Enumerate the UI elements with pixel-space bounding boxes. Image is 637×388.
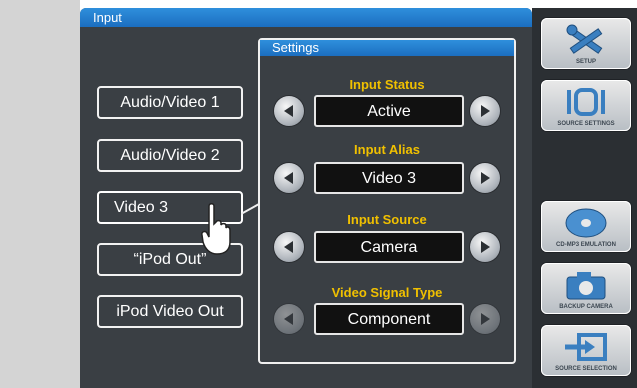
settings-panel: Settings Input Status Active Input Alias… [258, 38, 516, 364]
cd-mp3-emulation-button[interactable]: CD-MP3 EMULATION [541, 201, 631, 252]
source-settings-label: SOURCE SETTINGS [557, 121, 615, 127]
input-alias-label: Input Alias [354, 142, 420, 157]
source-settings-icon [567, 88, 605, 116]
input-alias-prev-button[interactable] [274, 163, 304, 193]
window-title: Input [80, 8, 532, 27]
input-status-value: Active [314, 95, 464, 127]
backup-camera-button[interactable]: BACKUP CAMERA [541, 263, 631, 314]
input-alias-next-button[interactable] [470, 163, 500, 193]
arrow-right-icon [481, 241, 490, 253]
source-button-audio-video-1[interactable]: Audio/Video 1 [97, 86, 243, 119]
input-source-value: Camera [314, 231, 464, 263]
source-button-audio-video-2[interactable]: Audio/Video 2 [97, 139, 243, 172]
backup-camera-label: BACKUP CAMERA [559, 304, 613, 310]
source-settings-button[interactable]: SOURCE SETTINGS [541, 80, 631, 131]
video-signal-type-next-button[interactable] [470, 304, 500, 334]
settings-title: Settings [260, 40, 514, 56]
input-alias-value: Video 3 [314, 162, 464, 194]
tools-icon [566, 24, 603, 54]
input-screen: Input Audio/Video 1 Audio/Video 2 Video … [80, 8, 532, 388]
arrow-left-icon [284, 172, 293, 184]
side-menu: SETUP SOURCE SETTINGS CD-MP3 EMULATION B… [532, 8, 637, 388]
arrow-left-icon [284, 241, 293, 253]
input-source-next-button[interactable] [470, 232, 500, 262]
arrow-right-icon [481, 172, 490, 184]
setup-label: SETUP [575, 59, 596, 65]
arrow-left-icon [284, 105, 293, 117]
input-source-prev-button[interactable] [274, 232, 304, 262]
input-status-prev-button[interactable] [274, 96, 304, 126]
video-signal-type-label: Video Signal Type [331, 285, 443, 300]
source-selection-button[interactable]: SOURCE SELECTION [541, 325, 631, 376]
cd-mp3-emulation-label: CD-MP3 EMULATION [556, 242, 616, 248]
camera-icon [566, 272, 606, 300]
video-signal-type-prev-button[interactable] [274, 304, 304, 334]
arrow-left-icon [284, 313, 293, 325]
video-signal-type-value: Component [314, 303, 464, 335]
disc-icon [565, 208, 607, 238]
setup-button[interactable]: SETUP [541, 18, 631, 69]
hand-pointer-icon [201, 203, 231, 255]
source-selection-icon [565, 333, 607, 361]
input-source-label: Input Source [347, 212, 427, 227]
left-margin [0, 0, 80, 388]
source-selection-label: SOURCE SELECTION [555, 366, 617, 372]
input-status-next-button[interactable] [470, 96, 500, 126]
arrow-right-icon [481, 313, 490, 325]
source-button-ipod-video-out[interactable]: iPod Video Out [97, 295, 243, 328]
arrow-right-icon [481, 105, 490, 117]
input-status-label: Input Status [349, 77, 425, 92]
